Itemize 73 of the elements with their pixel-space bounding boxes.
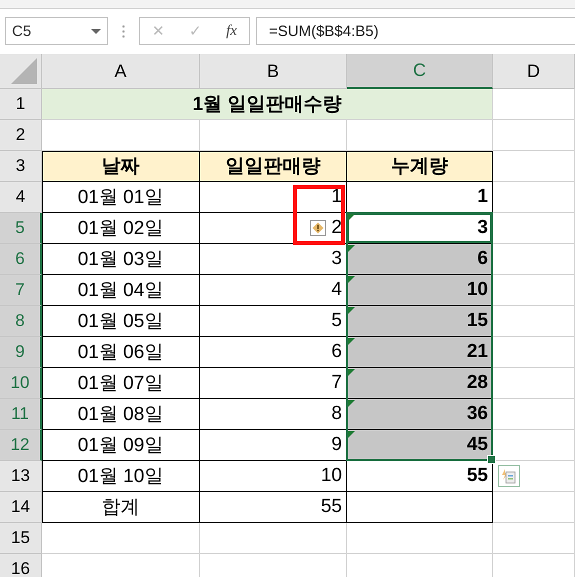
table-cell[interactable]: 28: [347, 368, 493, 399]
empty-cell[interactable]: [200, 523, 347, 554]
row-header[interactable]: 7: [0, 275, 42, 306]
row-header[interactable]: 5: [0, 213, 42, 244]
row-header[interactable]: 16: [0, 554, 42, 577]
table-cell[interactable]: 01월 03일: [42, 244, 200, 275]
quick-analysis-icon[interactable]: [498, 465, 520, 487]
table-cell[interactable]: 01월 10일: [42, 461, 200, 492]
table-cell[interactable]: 1: [200, 182, 347, 213]
empty-cell[interactable]: [493, 492, 575, 523]
table-cell[interactable]: 5: [200, 306, 347, 337]
column-heading-cell[interactable]: 일일판매량: [200, 151, 347, 182]
formula-field[interactable]: =SUM($B$4:B5): [256, 17, 575, 45]
column-heading-cell[interactable]: 날짜: [42, 151, 200, 182]
table-cell[interactable]: 55: [200, 492, 347, 523]
table-cell[interactable]: 6: [200, 337, 347, 368]
table-cell[interactable]: 45: [347, 430, 493, 461]
table-cell[interactable]: 21: [347, 337, 493, 368]
table-cell[interactable]: 3: [200, 244, 347, 275]
highlight-rectangle: [293, 185, 345, 245]
row-header[interactable]: 1: [0, 89, 42, 120]
table-cell[interactable]: [347, 492, 493, 523]
row-header[interactable]: 2: [0, 120, 42, 151]
name-box[interactable]: C5: [5, 17, 108, 45]
row-header[interactable]: 3: [0, 151, 42, 182]
empty-cell[interactable]: [493, 182, 575, 213]
table-cell[interactable]: 4: [200, 275, 347, 306]
column-header[interactable]: B: [200, 54, 347, 89]
caret-icon[interactable]: [91, 28, 101, 34]
row-header[interactable]: 11: [0, 399, 42, 430]
table-cell[interactable]: 6: [347, 244, 493, 275]
row-header[interactable]: 15: [0, 523, 42, 554]
table-cell[interactable]: 합계: [42, 492, 200, 523]
table-cell[interactable]: 3: [347, 213, 493, 244]
table-cell[interactable]: 01월 04일: [42, 275, 200, 306]
row-header[interactable]: 4: [0, 182, 42, 213]
table-cell[interactable]: 1: [347, 182, 493, 213]
empty-cell[interactable]: [493, 120, 575, 151]
table-cell[interactable]: 01월 06일: [42, 337, 200, 368]
row-header[interactable]: 6: [0, 244, 42, 275]
fill-handle[interactable]: [487, 455, 496, 464]
row-header[interactable]: 10: [0, 368, 42, 399]
empty-cell[interactable]: [347, 523, 493, 554]
row-header[interactable]: 13: [0, 461, 42, 492]
table-cell[interactable]: 10: [347, 275, 493, 306]
column-heading-cell[interactable]: 누계량: [347, 151, 493, 182]
drag-handle-icon[interactable]: [122, 24, 125, 38]
row-header[interactable]: 14: [0, 492, 42, 523]
table-cell[interactable]: 01월 02일: [42, 213, 200, 244]
table-cell[interactable]: 01월 05일: [42, 306, 200, 337]
table-cell[interactable]: 2: [200, 213, 347, 244]
column-header[interactable]: A: [42, 54, 200, 89]
merged-title-cell[interactable]: 1월 일일판매수량: [42, 89, 493, 120]
insert-function-button[interactable]: fx: [222, 22, 241, 40]
row-header[interactable]: 8: [0, 306, 42, 337]
table-cell[interactable]: 15: [347, 306, 493, 337]
empty-cell[interactable]: [493, 523, 575, 554]
table-cell[interactable]: 36: [347, 399, 493, 430]
table-cell[interactable]: 01월 01일: [42, 182, 200, 213]
table-cell[interactable]: 01월 09일: [42, 430, 200, 461]
column-header[interactable]: C: [347, 54, 493, 89]
table-cell[interactable]: 9: [200, 430, 347, 461]
table-cell[interactable]: 01월 07일: [42, 368, 200, 399]
table-cell[interactable]: 01월 08일: [42, 399, 200, 430]
table-cell[interactable]: 8: [200, 399, 347, 430]
warning-icon[interactable]: [310, 220, 326, 236]
table-cell[interactable]: 10: [200, 461, 347, 492]
row-header[interactable]: 12: [0, 430, 42, 461]
select-all-button[interactable]: [0, 54, 42, 89]
row-header[interactable]: 9: [0, 337, 42, 368]
table-cell[interactable]: 55: [347, 461, 493, 492]
table-cell[interactable]: 7: [200, 368, 347, 399]
column-header[interactable]: D: [493, 54, 575, 89]
